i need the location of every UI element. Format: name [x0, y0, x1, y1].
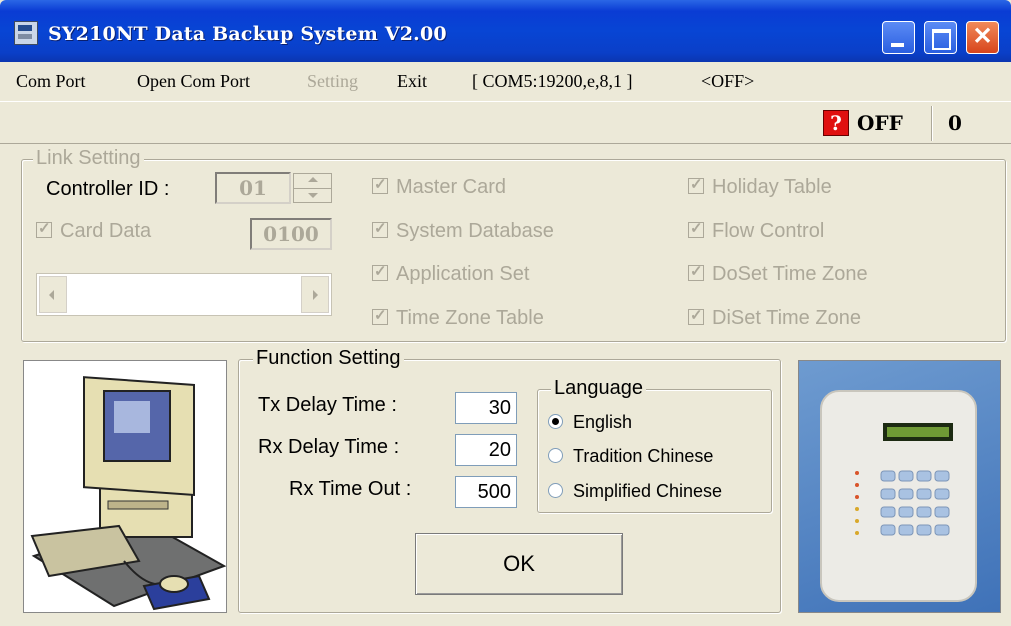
- checkbox-icon: [688, 219, 704, 238]
- app-icon: [14, 21, 38, 45]
- help-icon[interactable]: ?: [823, 110, 849, 136]
- diset-time-zone-checkbox[interactable]: DiSet Time Zone: [688, 306, 861, 330]
- close-icon: ✕: [972, 23, 993, 50]
- flow-control-checkbox[interactable]: Flow Control: [688, 219, 825, 243]
- tx-delay-field[interactable]: 30: [455, 392, 517, 424]
- language-english-label: English: [573, 412, 633, 432]
- rx-delay-field[interactable]: 20: [455, 434, 517, 466]
- device-photo: [798, 360, 1001, 613]
- language-simplified-chinese-label: Simplified Chinese: [573, 481, 723, 501]
- language-tradition-chinese-label: Tradition Chinese: [573, 446, 714, 466]
- checkbox-icon: [372, 175, 388, 194]
- holiday-table-checkbox[interactable]: Holiday Table: [688, 175, 832, 199]
- menu-open-com-port[interactable]: Open Com Port: [137, 71, 250, 92]
- spin-up-icon: [308, 177, 318, 182]
- link-setting-title: Link Setting: [33, 147, 144, 170]
- diset-time-zone-label: DiSet Time Zone: [712, 307, 861, 329]
- holiday-table-label: Holiday Table: [712, 176, 832, 198]
- computer-illustration: [23, 360, 227, 613]
- scroll-left-icon[interactable]: [39, 276, 67, 313]
- menu-exit[interactable]: Exit: [397, 71, 427, 92]
- card-data-field[interactable]: 0100: [250, 218, 332, 250]
- connection-status: OFF: [857, 111, 903, 135]
- controller-id-label: Controller ID :: [46, 178, 170, 200]
- maximize-button[interactable]: [924, 21, 957, 54]
- language-english-radio[interactable]: English: [548, 412, 632, 433]
- rx-delay-label: Rx Delay Time :: [258, 436, 400, 458]
- application-set-label: Application Set: [396, 263, 530, 285]
- rx-timeout-label: Rx Time Out :: [289, 478, 412, 500]
- port-info: [ COM5:19200,e,8,1 ]: [472, 71, 633, 91]
- card-data-checkbox[interactable]: Card Data: [36, 219, 152, 243]
- language-simplified-chinese-radio[interactable]: Simplified Chinese: [548, 481, 722, 502]
- horizontal-scrollbar[interactable]: [36, 273, 332, 316]
- spin-down-icon: [308, 193, 318, 198]
- title-bar[interactable]: SY210NT Data Backup System V2.00 ✕: [0, 0, 1011, 62]
- language-title: Language: [551, 377, 646, 400]
- ok-button[interactable]: OK: [415, 533, 623, 595]
- scroll-right-icon[interactable]: [301, 276, 329, 313]
- status-bar: ? OFF 0: [0, 101, 1011, 144]
- radio-icon: [548, 483, 563, 498]
- controller-id-spinner[interactable]: [293, 173, 332, 203]
- computer-icon: [30, 376, 226, 611]
- tx-delay-label: Tx Delay Time :: [258, 394, 397, 416]
- menu-bar: Com Port Open Com Port Setting Exit [ CO…: [0, 62, 1011, 98]
- radio-icon: [548, 448, 563, 463]
- system-database-checkbox[interactable]: System Database: [372, 219, 554, 243]
- flow-control-label: Flow Control: [712, 220, 825, 242]
- menu-setting[interactable]: Setting: [307, 71, 358, 92]
- window-title: SY210NT Data Backup System V2.00: [48, 23, 447, 45]
- port-state: <OFF>: [701, 71, 755, 91]
- system-database-label: System Database: [396, 220, 554, 242]
- controller-id-field[interactable]: 01: [215, 172, 291, 204]
- doset-time-zone-label: DoSet Time Zone: [712, 263, 868, 285]
- card-data-label: Card Data: [60, 220, 152, 242]
- application-set-checkbox[interactable]: Application Set: [372, 262, 530, 286]
- checkbox-icon: [688, 306, 704, 325]
- checkbox-icon: [372, 262, 388, 281]
- close-button[interactable]: ✕: [966, 21, 999, 54]
- access-controller-icon: [820, 390, 977, 602]
- doset-time-zone-checkbox[interactable]: DoSet Time Zone: [688, 262, 868, 286]
- menu-com-port[interactable]: Com Port: [16, 71, 86, 92]
- checkbox-icon: [372, 306, 388, 325]
- language-tradition-chinese-radio[interactable]: Tradition Chinese: [548, 446, 713, 467]
- checkbox-icon: [688, 262, 704, 281]
- function-setting-title: Function Setting: [253, 347, 404, 370]
- master-card-checkbox[interactable]: Master Card: [372, 175, 507, 199]
- status-count: 0: [948, 111, 962, 135]
- time-zone-table-checkbox[interactable]: Time Zone Table: [372, 306, 544, 330]
- radio-selected-icon: [548, 414, 563, 429]
- checkbox-icon: [36, 219, 52, 238]
- rx-timeout-field[interactable]: 500: [455, 476, 517, 508]
- status-divider: [931, 106, 933, 141]
- checkbox-icon: [372, 219, 388, 238]
- checkbox-icon: [688, 175, 704, 194]
- time-zone-table-label: Time Zone Table: [396, 307, 544, 329]
- minimize-button[interactable]: [882, 21, 915, 54]
- master-card-label: Master Card: [396, 176, 507, 198]
